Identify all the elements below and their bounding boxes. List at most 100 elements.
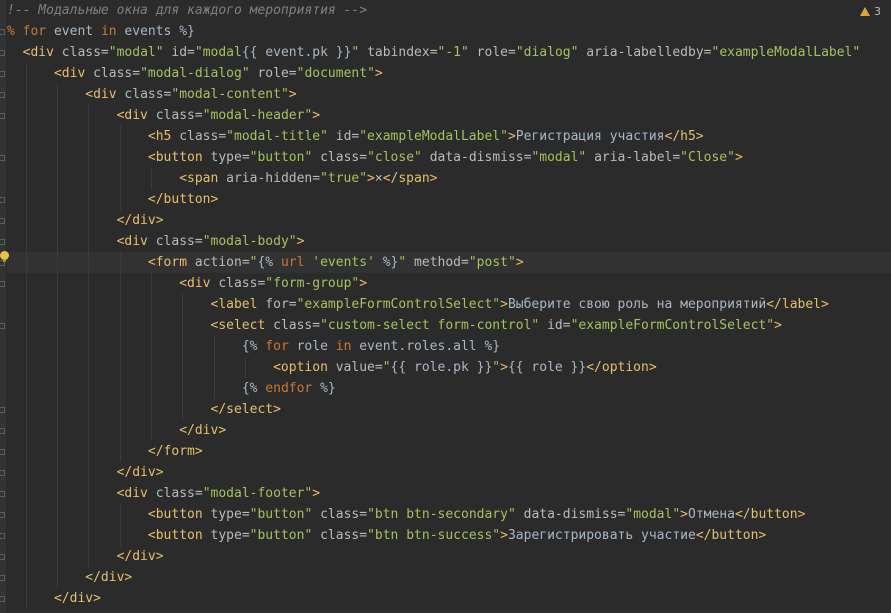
fold-marker-icon[interactable]: [0, 29, 5, 35]
code-line[interactable]: </div>: [7, 210, 891, 231]
indent-guide: [25, 378, 27, 399]
fold-marker-icon[interactable]: [0, 470, 5, 476]
indent-guide: [25, 315, 27, 336]
code-line[interactable]: {% for role in event.roles.all %}: [7, 336, 891, 357]
code-line[interactable]: <span aria-hidden="true">×</span>: [7, 168, 891, 189]
code-line[interactable]: <div class="modal" id="modal{{ event.pk …: [7, 42, 891, 63]
fold-marker-icon[interactable]: [0, 281, 5, 287]
attribute-token: id=: [539, 318, 571, 333]
attribute-token: type=: [202, 528, 250, 543]
code-line[interactable]: <div class="modal-body">: [7, 231, 891, 252]
lightbulb-icon[interactable]: [0, 251, 9, 262]
indent-guide: [25, 231, 27, 252]
code-line[interactable]: % for event in events %}: [7, 21, 891, 42]
indent-guide: [56, 147, 58, 168]
code-line[interactable]: </div>: [7, 588, 891, 609]
tag-token: </button>: [734, 507, 806, 522]
code-line[interactable]: </div>: [7, 420, 891, 441]
fold-marker-icon[interactable]: [0, 323, 5, 329]
indent-guide: [88, 168, 90, 189]
indent-guide: [88, 441, 90, 462]
fold-marker-icon[interactable]: [0, 218, 5, 224]
code-line[interactable]: <h5 class="modal-title" id="exampleModal…: [7, 126, 891, 147]
attribute-token: class=: [171, 129, 227, 144]
attribute-token: class=: [85, 66, 141, 81]
fold-marker-icon[interactable]: [0, 554, 5, 560]
fold-marker-icon[interactable]: [0, 596, 5, 602]
attribute-token: class=: [147, 486, 203, 501]
indent-guide: [25, 525, 27, 546]
code-line[interactable]: </form>: [7, 441, 891, 462]
string-token: "dialog": [515, 45, 579, 60]
indent-guide: [119, 252, 121, 273]
code-line[interactable]: </div>: [7, 546, 891, 567]
string-token: ": [382, 360, 391, 375]
code-line[interactable]: </button>: [7, 189, 891, 210]
indent-guide: [119, 294, 121, 315]
code-line[interactable]: <label for="exampleFormControlSelect">Вы…: [7, 294, 891, 315]
code-line[interactable]: <div class="modal-footer">: [7, 483, 891, 504]
fold-marker-icon[interactable]: [0, 533, 5, 539]
fold-marker-icon[interactable]: [0, 491, 5, 497]
indent-guide: [25, 273, 27, 294]
indent-guide: [56, 126, 58, 147]
inspection-widget[interactable]: 3: [860, 4, 881, 20]
fold-marker-icon[interactable]: [0, 512, 5, 518]
code-line[interactable]: </select>: [7, 399, 891, 420]
fold-marker-icon[interactable]: [0, 197, 5, 203]
string-token: 'events': [312, 255, 375, 270]
code-line[interactable]: <option value="{{ role.pk }}">{{ role }}…: [7, 357, 891, 378]
editor-gutter[interactable]: [0, 0, 6, 613]
fold-marker-icon[interactable]: [0, 407, 5, 413]
fold-marker-icon[interactable]: [0, 449, 5, 455]
fold-marker-icon[interactable]: [0, 50, 5, 56]
code-line[interactable]: <button type="button" class="close" data…: [7, 147, 891, 168]
fold-marker-icon[interactable]: [0, 575, 5, 581]
fold-marker-icon[interactable]: [0, 113, 5, 119]
code-lines[interactable]: !-- Модальные окна для каждого мероприят…: [7, 0, 891, 613]
tag-token: <span: [179, 171, 219, 186]
indent-guide: [88, 273, 90, 294]
code-line[interactable]: {% endfor %}: [7, 378, 891, 399]
tag-token: <option: [273, 360, 328, 375]
fold-marker-icon[interactable]: [0, 155, 5, 161]
indent-guide: [119, 168, 121, 189]
string-token: "modal": [625, 507, 681, 522]
code-editor[interactable]: !-- Модальные окна для каждого мероприят…: [0, 0, 891, 613]
attribute-token: ×: [374, 171, 383, 186]
code-line[interactable]: <form action="{% url 'events' %}" method…: [7, 252, 891, 273]
code-line[interactable]: <div class="form-group">: [7, 273, 891, 294]
tag-token: </div>: [179, 423, 227, 438]
code-line[interactable]: </div>: [7, 462, 891, 483]
code-line[interactable]: <div class="modal-header">: [7, 105, 891, 126]
indent-guide: [182, 357, 184, 378]
code-line[interactable]: <select class="custom-select form-contro…: [7, 315, 891, 336]
code-line[interactable]: !-- Модальные окна для каждого мероприят…: [7, 0, 891, 21]
fold-marker-icon[interactable]: [0, 239, 5, 245]
code-line[interactable]: <div class="modal-dialog" role="document…: [7, 63, 891, 84]
indent-guide: [25, 567, 27, 588]
fold-marker-icon[interactable]: [0, 92, 5, 98]
indent-guide: [25, 483, 27, 504]
attribute-token: role=: [249, 66, 297, 81]
code-line[interactable]: <button type="button" class="btn btn-sec…: [7, 504, 891, 525]
code-line[interactable]: </div>: [7, 567, 891, 588]
attribute-token: action=: [187, 255, 250, 270]
indent-guide: [56, 399, 58, 420]
fold-marker-icon[interactable]: [0, 71, 5, 77]
code-line[interactable]: <button type="button" class="btn btn-suc…: [7, 525, 891, 546]
fold-marker-icon[interactable]: [0, 428, 5, 434]
code-line[interactable]: <div class="modal-content">: [7, 84, 891, 105]
text-token: Регистрация участия: [515, 129, 665, 144]
tag-token: >: [288, 87, 297, 102]
indent-guide: [88, 105, 90, 126]
attribute-token: type=: [202, 507, 250, 522]
tag-token: >: [500, 528, 508, 543]
indent-guide: [182, 294, 184, 315]
tag-token: >: [734, 150, 743, 165]
